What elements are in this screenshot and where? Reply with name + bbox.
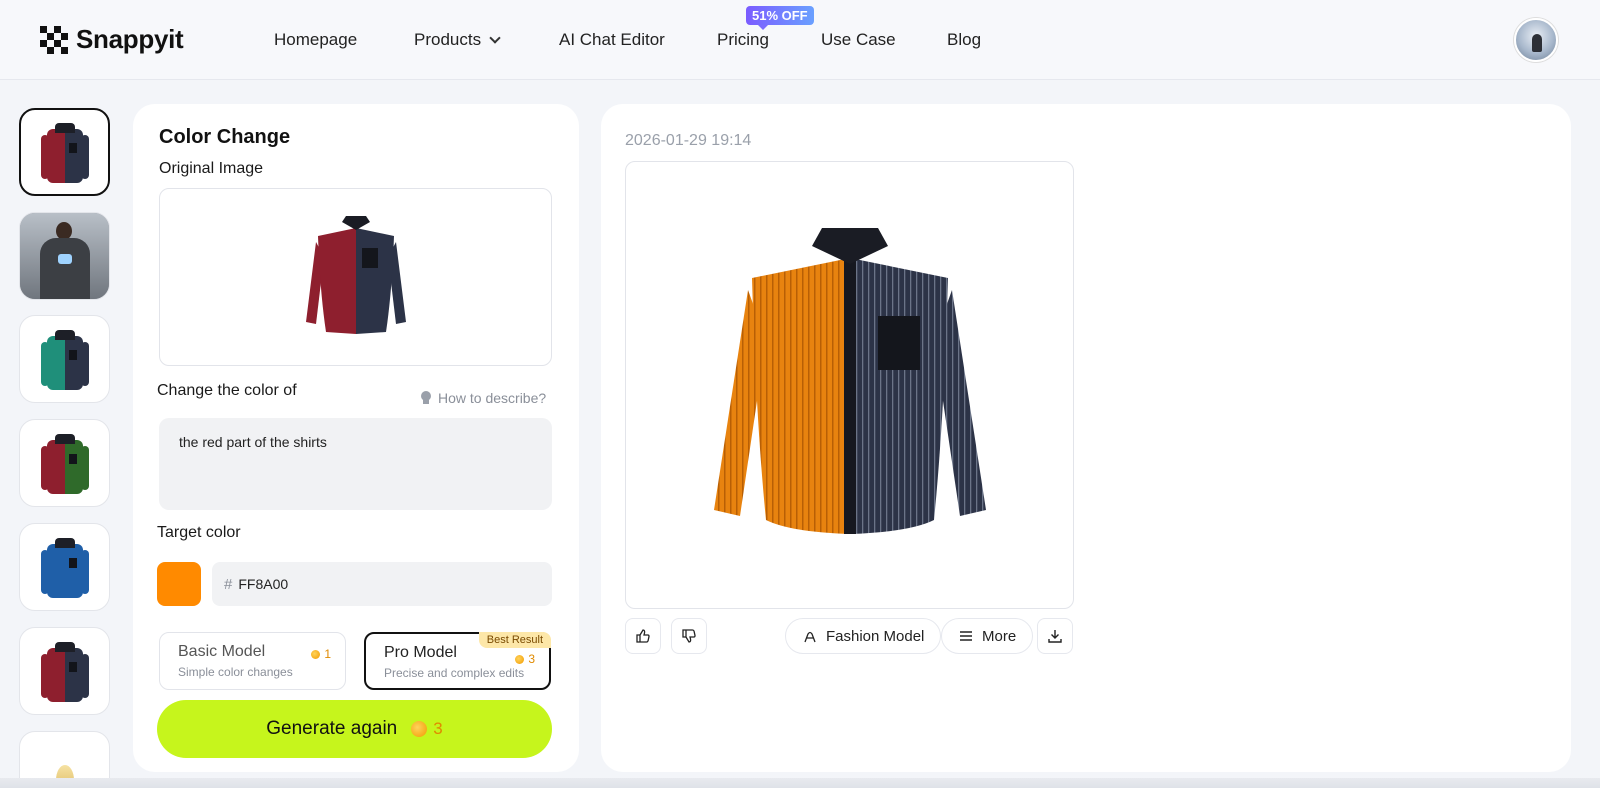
nav-use-case[interactable]: Use Case: [821, 30, 896, 50]
color-target-prompt[interactable]: the red part of the shirts: [159, 418, 552, 510]
nav-blog[interactable]: Blog: [947, 30, 981, 50]
fashion-model-icon: [804, 631, 816, 643]
more-label: More: [982, 627, 1017, 645]
original-image-label: Original Image: [159, 160, 264, 177]
hex-value: FF8A00: [238, 576, 289, 592]
generate-again-button[interactable]: Generate again 3: [157, 700, 552, 758]
pro-model-option[interactable]: Best Result Pro Model Precise and comple…: [364, 632, 551, 690]
shirt-image: [40, 326, 89, 392]
pro-model-desc: Precise and complex edits: [384, 666, 525, 680]
generate-cost: 3: [411, 719, 443, 739]
nav-ai-chat-editor[interactable]: AI Chat Editor: [559, 30, 665, 50]
original-image[interactable]: [159, 188, 552, 366]
nav-products[interactable]: Products: [414, 30, 501, 50]
basic-model-name: Basic Model: [178, 643, 266, 660]
result-shirt-image: [713, 228, 986, 534]
logo[interactable]: Snappyit: [40, 24, 184, 55]
thumbs-down-button[interactable]: [671, 618, 707, 654]
coin-icon: [311, 649, 321, 659]
basic-model-cost: 1: [311, 647, 331, 661]
thumbnail-item[interactable]: [19, 627, 110, 715]
nav-homepage[interactable]: Homepage: [274, 30, 357, 50]
thumbnail-item[interactable]: [19, 315, 110, 403]
shirt-image: [40, 430, 89, 496]
brand-name: Snappyit: [76, 24, 184, 54]
pro-cost-value: 3: [528, 652, 535, 666]
editor-panel: Color Change Original Image Change the c…: [133, 104, 579, 772]
lightbulb-icon: [420, 391, 432, 405]
more-button[interactable]: More: [941, 618, 1034, 654]
generate-cost-value: 3: [433, 719, 443, 738]
pro-model-cost: 3: [515, 652, 535, 666]
avatar-figure: [1532, 34, 1542, 52]
download-icon: [1048, 630, 1062, 643]
generate-label: Generate again: [266, 718, 398, 739]
fashion-model-label: Fashion Model: [826, 627, 925, 645]
menu-icon: [960, 631, 972, 641]
discount-badge: 51% OFF: [746, 6, 814, 30]
thumbnail-item[interactable]: [19, 523, 110, 611]
thumbs-down-icon: [682, 629, 696, 643]
original-shirt-image: [305, 216, 406, 334]
result-panel: 2026-01-29 19:14 Fashion Model More: [601, 104, 1571, 772]
basic-model-desc: Simple color changes: [178, 665, 293, 679]
basic-model-option[interactable]: Basic Model Simple color changes 1: [159, 632, 346, 690]
shirt-image: [40, 638, 89, 704]
fashion-model-button[interactable]: Fashion Model: [785, 618, 942, 654]
thumbs-up-icon: [636, 629, 650, 643]
logo-icon: [40, 25, 68, 54]
shirt-image: [40, 119, 89, 185]
thumbnail-item[interactable]: [19, 108, 110, 196]
basic-cost-value: 1: [324, 647, 331, 661]
nav-pricing[interactable]: Pricing: [717, 30, 769, 50]
person-image: [20, 213, 109, 299]
how-to-describe-text: How to describe?: [438, 390, 547, 406]
thumbnail-item[interactable]: [19, 212, 110, 300]
target-color-label: Target color: [157, 524, 241, 541]
nav-products-label: Products: [414, 30, 482, 49]
change-color-label: Change the color of: [157, 382, 297, 399]
top-header: Snappyit Homepage Products AI Chat Edito…: [0, 0, 1600, 80]
target-color-swatch[interactable]: [157, 562, 201, 606]
result-image[interactable]: [625, 161, 1074, 609]
user-avatar[interactable]: [1514, 18, 1558, 62]
bottom-edge: [0, 778, 1600, 788]
shirt-image: [40, 534, 89, 600]
editor-title: Color Change: [159, 126, 291, 148]
thumbs-up-button[interactable]: [625, 618, 661, 654]
hash-symbol: #: [224, 575, 233, 593]
download-button[interactable]: [1037, 618, 1073, 654]
hex-color-input[interactable]: # FF8A00: [212, 562, 552, 606]
chevron-down-icon: [489, 32, 501, 44]
history-thumbnails: [19, 108, 111, 788]
thumbnail-item[interactable]: [19, 419, 110, 507]
coin-icon: [411, 721, 428, 737]
result-timestamp: 2026-01-29 19:14: [625, 132, 752, 149]
coin-icon: [515, 654, 525, 664]
how-to-describe-link[interactable]: How to describe?: [420, 390, 546, 406]
best-result-badge: Best Result: [478, 632, 551, 648]
